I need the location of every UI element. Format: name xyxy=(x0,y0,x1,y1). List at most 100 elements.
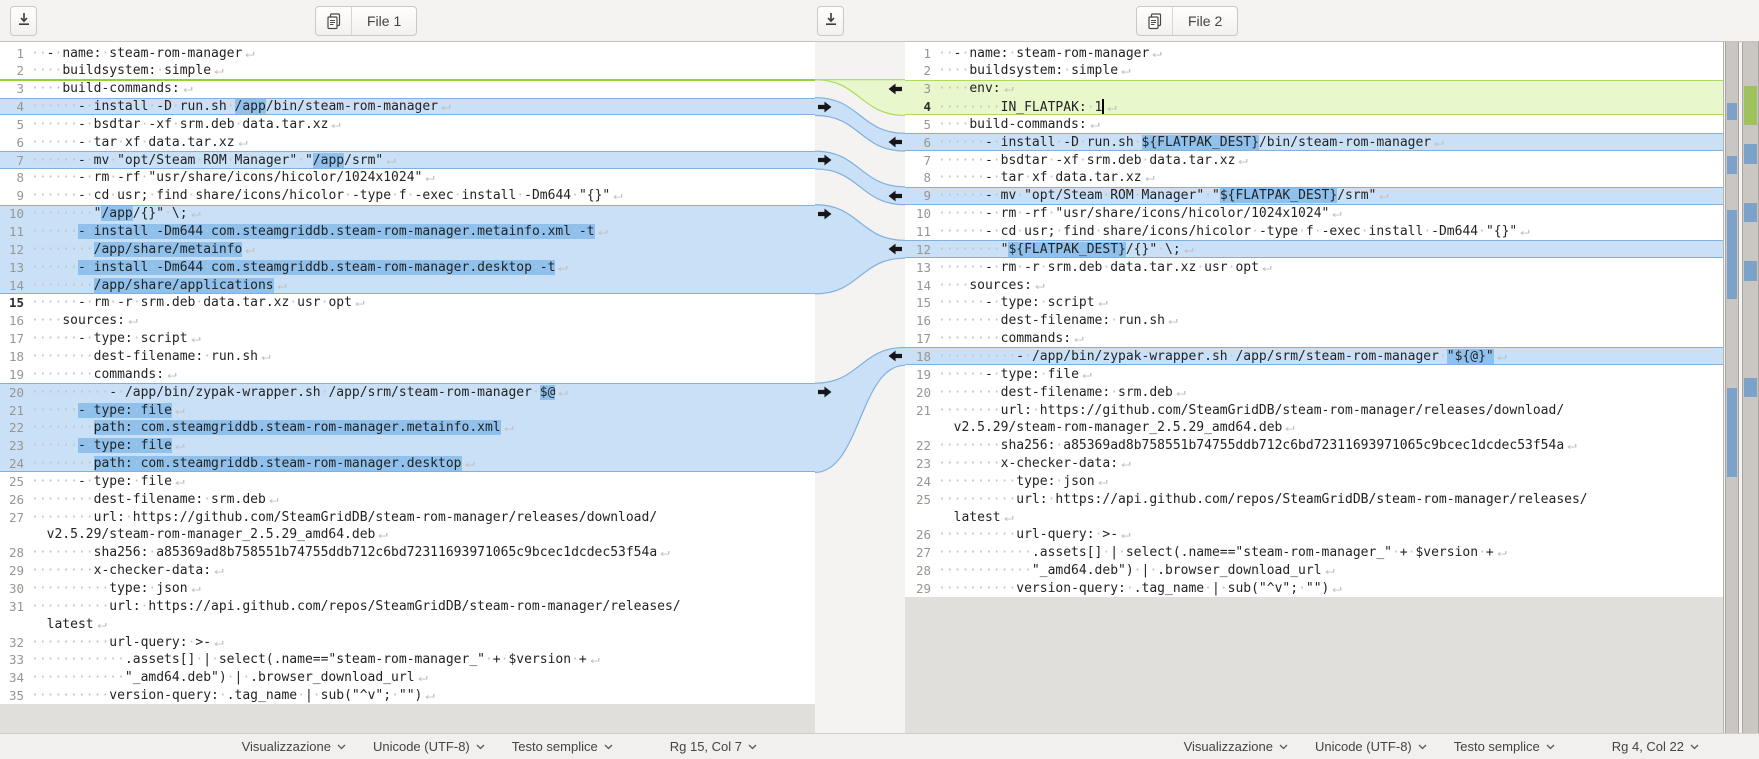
line-number: 10 xyxy=(905,206,931,221)
line-number: 22 xyxy=(905,438,931,453)
newline-mark: ↵ xyxy=(1497,545,1507,559)
push-change-right-button[interactable] xyxy=(818,154,832,166)
view-menu-left[interactable]: Visualizzazione xyxy=(242,739,346,754)
newline-mark: ↵ xyxy=(613,188,623,202)
line-number: 6 xyxy=(0,135,24,150)
line-number: 4 xyxy=(905,99,931,114)
code-text: ······-·rm·-r·srm.deb·data.tar.xz·usr·op… xyxy=(31,295,362,310)
code-text: ········dest-filename:·run.sh↵ xyxy=(938,313,1175,328)
line-number: 7 xyxy=(0,153,24,168)
code-line: 15······-·rm·-r·srm.deb·data.tar.xz·usr·… xyxy=(0,294,815,312)
encoding-menu-left[interactable]: Unicode (UTF-8) xyxy=(373,739,485,754)
map-segment xyxy=(1727,210,1737,299)
newline-mark: ↵ xyxy=(167,367,177,381)
diff-area: 1··-·name:·steam-rom-manager↵2····builds… xyxy=(0,42,1759,733)
code-text: latest↵ xyxy=(31,617,104,632)
syntax-menu-right[interactable]: Testo semplice xyxy=(1454,739,1555,754)
code-text: ····build-commands:↵ xyxy=(31,81,190,96)
push-change-left-button[interactable] xyxy=(888,190,902,202)
code-line: latest↵ xyxy=(0,615,815,633)
newline-mark: ↵ xyxy=(245,46,255,60)
code-line: latest↵ xyxy=(905,508,1723,526)
line-number: 5 xyxy=(0,117,24,132)
line-number: 13 xyxy=(0,260,24,275)
line-number: 3 xyxy=(905,81,931,96)
overview-map-right[interactable] xyxy=(1742,42,1759,733)
newline-mark: ↵ xyxy=(660,545,670,559)
code-text: ··········version-query:·.tag_name·|·sub… xyxy=(938,581,1340,596)
right-code-pane[interactable]: 1··-·name:·steam-rom-manager↵2····builds… xyxy=(905,42,1724,733)
newline-mark: ↵ xyxy=(1004,81,1014,95)
code-line: 24··········type:·json↵ xyxy=(905,472,1723,490)
newline-mark: ↵ xyxy=(1262,260,1272,274)
code-text: ········x-checker-data:↵ xyxy=(31,563,221,578)
newline-mark: ↵ xyxy=(425,170,435,184)
push-change-right-button[interactable] xyxy=(818,208,832,220)
newline-mark: ↵ xyxy=(598,224,608,238)
push-change-right-button[interactable] xyxy=(818,101,832,113)
code-line: 7······-·bsdtar·-xf·srm.deb·data.tar.xz↵ xyxy=(905,151,1723,169)
code-line: 18··········-·/app/bin/zypak-wrapper.sh·… xyxy=(905,347,1723,365)
file1-button[interactable]: File 1 xyxy=(315,6,417,36)
view-menu-right[interactable]: Visualizzazione xyxy=(1184,739,1288,754)
code-line: 20 ··········-·/app/bin/zypak-wrapper.sh·… xyxy=(0,383,815,401)
code-text: ······-·cd·usr;·find·share/icons/hicolor… xyxy=(31,188,621,203)
code-text: ········IN_FLATPAK:·1↵ xyxy=(938,99,1114,115)
encoding-menu-right[interactable]: Unicode (UTF-8) xyxy=(1315,739,1427,754)
line-number: 12 xyxy=(905,242,931,257)
code-line: 35··········version-query:·.tag_name·|·s… xyxy=(0,687,815,705)
chevron-down-icon xyxy=(1418,744,1427,750)
map-segment xyxy=(1727,156,1737,174)
newline-mark: ↵ xyxy=(97,617,107,631)
code-text: ········sha256:·a85369ad8b758551b74755dd… xyxy=(938,438,1574,453)
push-change-right-button[interactable] xyxy=(818,386,832,398)
code-text: ······-·tar·xf·data.tar.xz↵ xyxy=(31,135,245,150)
code-line: 7······-·mv·"opt/Steam·ROM·Manager"·"/ap… xyxy=(0,151,815,169)
newline-mark: ↵ xyxy=(504,420,514,434)
left-code-pane[interactable]: 1··-·name:·steam-rom-manager↵2····builds… xyxy=(0,42,815,733)
code-line: 27············.assets[]·|·select(.name==… xyxy=(905,544,1723,562)
statusbar: Visualizzazione Unicode (UTF-8) Testo se… xyxy=(0,733,1759,759)
save-file1-button[interactable] xyxy=(10,6,37,36)
code-line: 1··-·name:·steam-rom-manager↵ xyxy=(0,44,815,62)
code-text: ········dest-filename:·srm.deb↵ xyxy=(31,492,276,507)
end-of-file-area xyxy=(0,704,815,733)
newline-mark: ↵ xyxy=(441,99,451,113)
code-text: ··········url:·https://api.github.com/re… xyxy=(938,492,1588,507)
chevron-down-icon xyxy=(1546,744,1555,750)
line-number: 26 xyxy=(905,527,931,542)
code-text: ······-·type:·file↵ xyxy=(31,403,182,418)
line-number: 28 xyxy=(0,545,24,560)
newline-mark: ↵ xyxy=(269,492,279,506)
file2-button[interactable]: File 2 xyxy=(1136,6,1238,36)
line-number: 32 xyxy=(0,635,24,650)
syntax-menu-left[interactable]: Testo semplice xyxy=(512,739,613,754)
code-text: ········sha256:·a85369ad8b758551b74755dd… xyxy=(31,545,667,560)
overview-map-left[interactable] xyxy=(1725,42,1739,733)
newline-mark: ↵ xyxy=(378,527,388,541)
push-change-left-button[interactable] xyxy=(888,83,902,95)
code-line: 10········"/app/{}"·\;↵ xyxy=(0,205,815,223)
newline-mark: ↵ xyxy=(191,331,201,345)
code-text: ··········-·/app/bin/zypak-wrapper.sh·/a… xyxy=(31,385,566,400)
push-change-left-button[interactable] xyxy=(888,243,902,255)
map-segment xyxy=(1744,261,1757,280)
cursor-position-menu-right[interactable]: Rg 4, Col 22 xyxy=(1612,739,1699,754)
line-number: 20 xyxy=(0,385,24,400)
code-text: ········/app/share/metainfo↵ xyxy=(31,242,253,257)
code-text: ······-·bsdtar·-xf·srm.deb·data.tar.xz↵ xyxy=(938,153,1246,168)
chevron-down-icon xyxy=(337,744,346,750)
line-number: 31 xyxy=(0,599,24,614)
push-change-left-button[interactable] xyxy=(888,136,902,148)
code-line: 33············.assets[]·|·select(.name==… xyxy=(0,651,815,669)
code-line: 11······-·cd·usr;·find·share/icons/hicol… xyxy=(905,223,1723,241)
code-line: 5······-·bsdtar·-xf·srm.deb·data.tar.xz↵ xyxy=(0,115,815,133)
cursor-position-menu-left[interactable]: Rg 15, Col 7 xyxy=(670,739,757,754)
code-text: ········path:·com.steamgriddb.steam-rom-… xyxy=(31,420,511,435)
map-segment xyxy=(1744,144,1757,163)
code-text: ······-·install·-Dm644·com.steamgriddb.s… xyxy=(31,260,566,275)
line-number: 9 xyxy=(0,188,24,203)
save-file2-button[interactable] xyxy=(817,6,844,36)
code-line: 8······-·rm·-rf·"usr/share/icons/hicolor… xyxy=(0,169,815,187)
push-change-left-button[interactable] xyxy=(888,350,902,362)
